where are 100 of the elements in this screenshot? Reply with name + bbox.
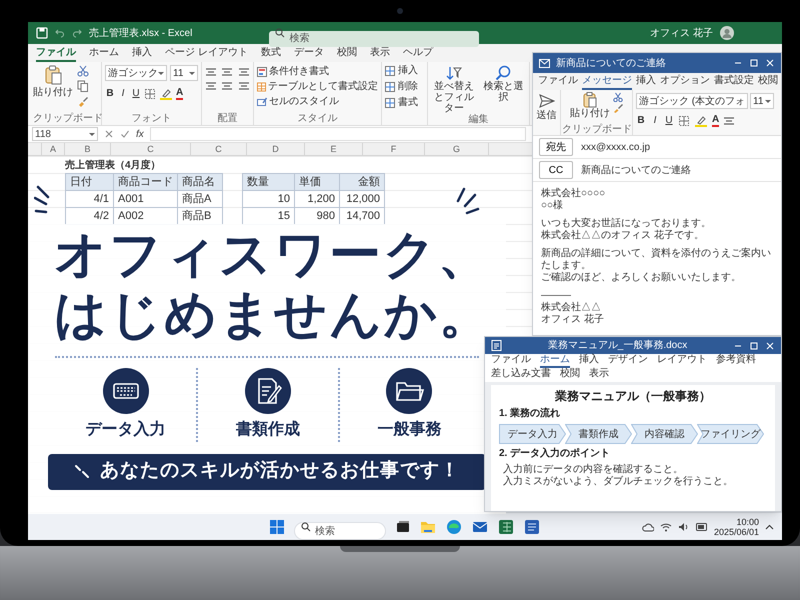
cell-styles-button[interactable]: セルのスタイル [257,95,378,108]
align-lines-icon[interactable] [221,81,234,91]
border-icon[interactable] [144,88,156,100]
format-as-table-button[interactable]: テーブルとして書式設定 [257,80,378,93]
list-icon[interactable] [723,116,736,126]
bold-button[interactable]: B [636,113,646,128]
align-lines-icon[interactable] [221,67,234,77]
network-icon[interactable] [660,522,672,532]
check-icon[interactable] [120,129,130,139]
clock-date[interactable]: 2025/06/01 [714,526,759,536]
format-button[interactable]: 書式 [385,97,424,109]
clock-time[interactable]: 10:00 [736,516,759,526]
ribbon-tab[interactable]: 数式 [260,45,281,62]
close-icon[interactable] [765,58,775,68]
align-lines-icon[interactable] [238,67,250,77]
align-lines-icon[interactable] [205,67,217,77]
windows-logo-icon[interactable] [270,520,284,534]
ribbon-tab[interactable]: 挿入 [132,45,152,62]
formula-field[interactable] [150,127,526,141]
cancel-icon[interactable] [104,129,114,139]
ribbon-tab[interactable]: 校閲 [336,45,357,62]
scissors-icon[interactable] [77,65,89,77]
ribbon-tab[interactable]: ページ レイアウト [165,45,248,62]
column-header[interactable]: C [191,143,247,155]
font-color-button[interactable]: A [176,87,184,100]
sort-filter-button[interactable]: 並べ替えとフィルター [431,65,476,114]
mail-icon[interactable] [472,520,488,534]
close-icon[interactable] [765,340,775,350]
spreadsheet-icon[interactable] [498,518,514,534]
ribbon-tab[interactable]: ヘルプ [402,45,433,62]
font-name-field[interactable]: 游ゴシック [105,65,167,81]
cc-button[interactable]: CC [539,161,573,179]
ribbon-tab[interactable]: 表示 [589,368,609,382]
chevron-up-icon[interactable] [765,524,774,530]
ribbon-tab[interactable]: 挿入 [579,354,599,368]
ribbon-tab[interactable]: 書式設定 [714,73,754,90]
brush-icon[interactable] [77,95,89,107]
ribbon-tab[interactable]: 差し込み文書 [491,368,551,382]
name-box[interactable]: 118 [32,127,98,141]
underline-button[interactable]: U [664,113,674,128]
align-lines-icon[interactable] [238,81,250,91]
ribbon-tab[interactable]: オプション [660,73,710,90]
undo-icon[interactable] [55,28,65,38]
font-color-button[interactable]: A [712,114,720,127]
document-icon[interactable] [524,518,540,534]
speaker-icon[interactable] [678,522,690,532]
task-view-icon[interactable] [396,520,410,534]
font-size-field[interactable]: 11 [170,65,198,81]
ribbon-tab[interactable]: ホーム [89,45,119,62]
ribbon-tab[interactable]: 参考資料 [716,354,756,368]
ribbon-tab[interactable]: ファイル [491,354,531,368]
scissors-icon[interactable] [613,92,623,102]
paste-button[interactable]: 貼り付け [570,92,610,124]
brush-icon[interactable] [613,103,623,113]
italic-button[interactable]: I [650,113,660,128]
border-icon[interactable] [678,114,690,126]
save-icon[interactable] [36,27,48,39]
copy-icon[interactable] [77,80,89,92]
ribbon-tab[interactable]: ホーム [540,354,570,368]
recipient-field[interactable]: xxx@xxxx.co.jp [581,140,650,154]
ribbon-tab[interactable]: 表示 [370,45,390,62]
ribbon-tab[interactable]: デザイン [608,354,648,368]
battery-icon[interactable] [696,522,708,530]
paste-button[interactable]: 貼り付け [33,65,73,113]
folder-icon[interactable] [420,520,436,534]
redo-icon[interactable] [72,28,82,38]
cloud-icon[interactable] [642,522,654,532]
to-button[interactable]: 宛先 [539,138,573,156]
column-header[interactable]: B [65,143,111,155]
maximize-icon[interactable] [749,340,759,350]
delete-button[interactable]: 削除 [385,81,424,93]
ribbon-tab[interactable]: 校閲 [560,368,580,382]
maximize-icon[interactable] [749,58,759,68]
column-header[interactable]: E [305,143,363,155]
ribbon-tab[interactable]: 挿入 [636,73,656,90]
column-header[interactable]: C [111,143,191,155]
italic-button[interactable]: I [118,86,128,101]
ribbon-tab[interactable]: レイアウト [657,354,707,368]
bold-button[interactable]: B [105,86,115,101]
column-header[interactable]: A [42,143,65,155]
column-header[interactable]: D [247,143,305,155]
subject-field[interactable]: 新商品についてのご連絡 [581,162,691,178]
function-label[interactable]: fx [136,126,144,142]
underline-button[interactable]: U [131,86,141,101]
highlighter-icon[interactable] [694,114,708,126]
ribbon-tab[interactable]: ファイル [538,73,578,90]
conditional-formatting-button[interactable]: 条件付き書式 [257,65,378,78]
search-field[interactable]: 検索 [269,30,480,46]
search-field[interactable]: 検索 [294,522,386,540]
ribbon-tab[interactable]: データ [294,45,324,62]
highlighter-icon[interactable] [159,88,173,100]
ribbon-tab[interactable]: 校閲 [758,73,778,90]
find-select-button[interactable]: 検索と選択 [480,65,526,114]
font-name-field[interactable]: 游ゴシック (本文のフォ [636,93,748,109]
send-button[interactable]: 送信 [533,90,561,135]
column-header[interactable]: F [363,143,425,155]
font-size-field[interactable]: 11 [750,93,774,109]
browser-icon[interactable] [446,518,462,534]
insert-button[interactable]: 挿入 [385,65,424,77]
align-lines-icon[interactable] [205,81,217,91]
